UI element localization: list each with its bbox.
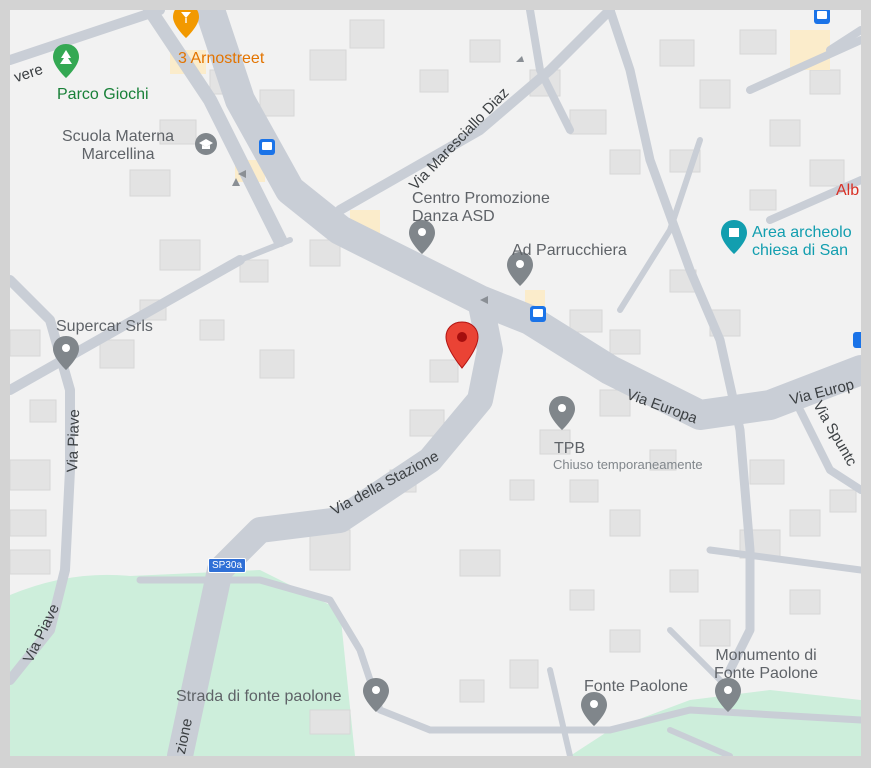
poi-label-area-archeologica[interactable]: Area archeolo chiesa di San xyxy=(752,224,852,260)
poi-label-alb[interactable]: Alb xyxy=(836,182,859,200)
map-base-layer xyxy=(10,10,861,756)
poi-label-scuola-line1: Scuola Materna xyxy=(62,128,175,145)
poi-label-fonte-paolone[interactable]: Fonte Paolone xyxy=(584,678,688,696)
poi-label-centro-line1: Centro Promozione xyxy=(412,190,550,207)
poi-label-scuola-materna[interactable]: Scuola Materna Marcellina xyxy=(62,128,174,164)
map-frame: vere Via Maresciallo Diaz Via Piave Via … xyxy=(0,0,871,768)
map-canvas[interactable]: vere Via Maresciallo Diaz Via Piave Via … xyxy=(10,10,861,756)
poi-label-scuola-line2: Marcellina xyxy=(81,146,155,163)
poi-label-parco-giochi[interactable]: Parco Giochi xyxy=(57,86,149,104)
poi-label-monumento[interactable]: Monumento di Fonte Paolone xyxy=(714,647,818,683)
poi-label-supercar[interactable]: Supercar Srls xyxy=(56,318,153,336)
poi-label-arnostreet[interactable]: 3 Arnostreet xyxy=(178,50,264,68)
poi-label-strada-fonte-paolone[interactable]: Strada di fonte paolone xyxy=(176,688,341,706)
poi-label-area-line1: Area archeolo xyxy=(752,224,852,241)
poi-label-tpb-status: Chiuso temporaneamente xyxy=(553,457,703,472)
poi-label-monumento-line1: Monumento di xyxy=(715,647,817,664)
poi-label-centro-danza[interactable]: Centro Promozione Danza ASD xyxy=(412,190,550,226)
poi-label-parrucchiera[interactable]: Ad Parrucchiera xyxy=(512,242,627,260)
road-shield-sp30a: SP30a xyxy=(208,558,247,573)
poi-label-centro-line2: Danza ASD xyxy=(412,208,495,225)
poi-label-monumento-line2: Fonte Paolone xyxy=(714,665,819,682)
poi-label-area-line2: chiesa di San xyxy=(752,242,849,259)
street-label-via-piave-1: Via Piave xyxy=(64,408,84,473)
